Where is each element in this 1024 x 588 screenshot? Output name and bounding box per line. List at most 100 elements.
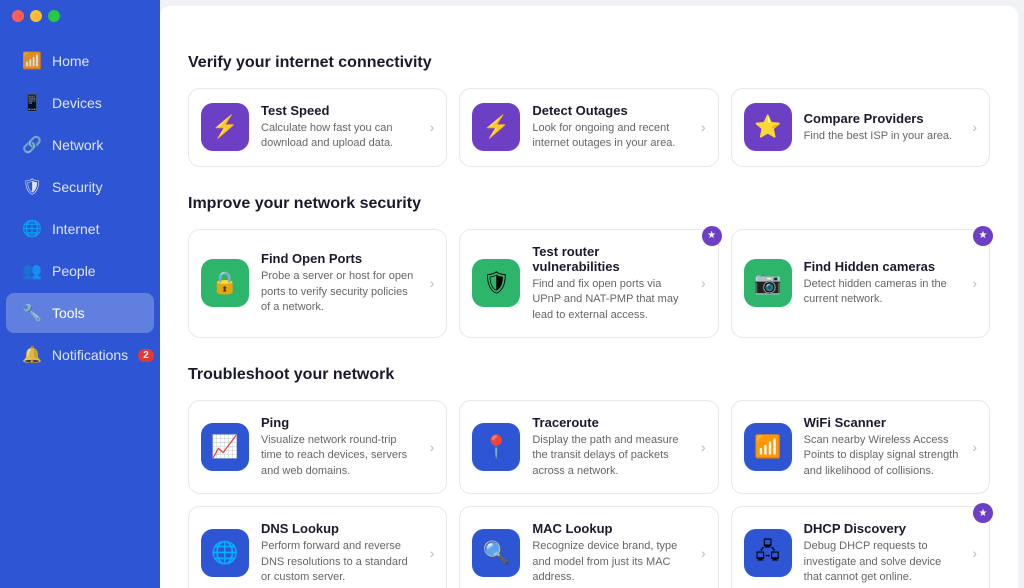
tool-card-test-speed[interactable]: ⚡ Test Speed Calculate how fast you can do…	[188, 88, 447, 167]
find-hidden-cameras-chevron-icon: ›	[972, 275, 977, 291]
sidebar-item-internet[interactable]: 🌐Internet	[6, 209, 154, 249]
traceroute-desc: Display the path and measure the transit…	[532, 433, 689, 479]
wifi-scanner-chevron-icon: ›	[972, 439, 977, 455]
sidebar-item-tools[interactable]: 🔧Tools	[6, 293, 154, 333]
test-speed-icon: ⚡	[201, 103, 249, 151]
detect-outages-chevron-icon: ›	[701, 119, 706, 135]
find-hidden-cameras-icon: 📷	[744, 259, 792, 307]
detect-outages-info: Detect Outages Look for ongoing and recen…	[532, 103, 689, 152]
find-open-ports-desc: Probe a server or host for open ports to…	[261, 269, 418, 315]
dhcp-discovery-name: DHCP Discovery	[804, 521, 961, 536]
main-content: Verify your internet connectivity⚡Test S…	[160, 6, 1018, 588]
security-icon: 🛡	[22, 177, 42, 197]
tools-grid-connectivity: ⚡ Test Speed Calculate how fast you can do…	[188, 88, 990, 167]
tools-icon: 🔧	[22, 303, 42, 323]
dns-lookup-name: DNS Lookup	[261, 521, 418, 536]
tool-card-compare-providers[interactable]: ⭐ Compare Providers Find the best ISP in y…	[731, 88, 990, 167]
sidebar-label-internet: Internet	[52, 221, 99, 237]
sidebar-item-people[interactable]: 👥People	[6, 251, 154, 291]
dhcp-discovery-desc: Debug DHCP requests to investigate and s…	[804, 539, 961, 585]
test-speed-info: Test Speed Calculate how fast you can dow…	[261, 103, 418, 152]
dns-lookup-desc: Perform forward and reverse DNS resoluti…	[261, 539, 418, 585]
premium-star-badge: ★	[973, 503, 993, 523]
router-vulnerabilities-chevron-icon: ›	[701, 275, 706, 291]
sidebar-label-devices: Devices	[52, 95, 102, 111]
sidebar-item-notifications[interactable]: 🔔Notifications2	[6, 335, 154, 375]
test-speed-name: Test Speed	[261, 103, 418, 118]
tool-card-detect-outages[interactable]: ⚡ Detect Outages Look for ongoing and rece…	[459, 88, 718, 167]
ping-desc: Visualize network round-trip time to rea…	[261, 433, 418, 479]
find-open-ports-icon: 🔒	[201, 259, 249, 307]
traffic-light-green[interactable]	[48, 10, 60, 22]
router-vulnerabilities-icon: 🛡	[472, 259, 520, 307]
detect-outages-icon: ⚡	[472, 103, 520, 151]
find-hidden-cameras-name: Find Hidden cameras	[804, 259, 961, 274]
dhcp-discovery-chevron-icon: ›	[972, 545, 977, 561]
detect-outages-desc: Look for ongoing and recent internet out…	[532, 121, 689, 152]
sidebar-label-network: Network	[52, 137, 103, 153]
sidebar-label-notifications: Notifications	[52, 347, 128, 363]
wifi-scanner-desc: Scan nearby Wireless Access Points to di…	[804, 433, 961, 479]
tool-card-wifi-scanner[interactable]: 📶 WiFi Scanner Scan nearby Wireless Access…	[731, 400, 990, 494]
traceroute-chevron-icon: ›	[701, 439, 706, 455]
tool-card-router-vulnerabilities[interactable]: ★🛡Test router vulnerabilitiesFind and fi…	[459, 229, 718, 338]
find-hidden-cameras-info: Find Hidden cameras Detect hidden cameras…	[804, 259, 961, 308]
test-speed-chevron-icon: ›	[430, 119, 435, 135]
tools-grid-troubleshoot: 📈PingVisualize network round-trip time t…	[188, 400, 990, 588]
compare-providers-desc: Find the best ISP in your area.	[804, 129, 961, 144]
compare-providers-info: Compare Providers Find the best ISP in yo…	[804, 111, 961, 144]
compare-providers-icon: ⭐	[744, 103, 792, 151]
traffic-light-yellow[interactable]	[30, 10, 42, 22]
traffic-light-red[interactable]	[12, 10, 24, 22]
tool-card-traceroute[interactable]: 📍 Traceroute Display the path and measure …	[459, 400, 718, 494]
section-title-connectivity: Verify your internet connectivity	[188, 54, 990, 72]
detect-outages-name: Detect Outages	[532, 103, 689, 118]
find-open-ports-name: Find Open Ports	[261, 251, 418, 266]
sidebar-label-security: Security	[52, 179, 103, 195]
compare-providers-name: Compare Providers	[804, 111, 961, 126]
find-hidden-cameras-desc: Detect hidden cameras in the current net…	[804, 277, 961, 308]
mac-lookup-info: MAC LookupRecognize device brand, type a…	[532, 521, 689, 585]
sidebar: 📶 Home 📱 Devices 🔗 Network 🛡 Security 🌐Internet👥…	[0, 0, 160, 588]
dns-lookup-icon: 🌐	[201, 529, 249, 577]
sidebar-item-security[interactable]: 🛡 Security	[6, 167, 154, 207]
dns-lookup-info: DNS Lookup Perform forward and reverse DN…	[261, 521, 418, 585]
dhcp-discovery-info: DHCP Discovery Debug DHCP requests to inv…	[804, 521, 961, 585]
dns-lookup-chevron-icon: ›	[430, 545, 435, 561]
tool-card-dhcp-discovery[interactable]: ★ 🖧 DHCP Discovery Debug DHCP requests to i…	[731, 506, 990, 588]
find-open-ports-chevron-icon: ›	[430, 275, 435, 291]
ping-icon: 📈	[201, 423, 249, 471]
dhcp-discovery-icon: 🖧	[744, 529, 792, 577]
sidebar-label-people: People	[52, 263, 96, 279]
router-vulnerabilities-name: Test router vulnerabilities	[532, 244, 689, 274]
notifications-badge: 2	[138, 349, 154, 362]
home-icon: 📶	[22, 51, 42, 71]
mac-lookup-name: MAC Lookup	[532, 521, 689, 536]
tool-card-dns-lookup[interactable]: 🌐 DNS Lookup Perform forward and reverse D…	[188, 506, 447, 588]
devices-icon: 📱	[22, 93, 42, 113]
tools-grid-security: 🔒 Find Open Ports Probe a server or host f…	[188, 229, 990, 338]
ping-chevron-icon: ›	[430, 439, 435, 455]
premium-star-badge: ★	[973, 226, 993, 246]
section-security: Improve your network security🔒Find Open …	[188, 195, 990, 338]
wifi-scanner-icon: 📶	[744, 423, 792, 471]
wifi-scanner-info: WiFi Scanner Scan nearby Wireless Access …	[804, 415, 961, 479]
network-icon: 🔗	[22, 135, 42, 155]
traceroute-name: Traceroute	[532, 415, 689, 430]
sidebar-item-network[interactable]: 🔗 Network	[6, 125, 154, 165]
ping-info: PingVisualize network round-trip time to…	[261, 415, 418, 479]
compare-providers-chevron-icon: ›	[972, 119, 977, 135]
sidebar-label-home: Home	[52, 53, 89, 69]
sidebar-item-devices[interactable]: 📱 Devices	[6, 83, 154, 123]
tool-card-find-hidden-cameras[interactable]: ★ 📷 Find Hidden cameras Detect hidden camer…	[731, 229, 990, 338]
wifi-scanner-name: WiFi Scanner	[804, 415, 961, 430]
tool-card-mac-lookup[interactable]: 🔍MAC LookupRecognize device brand, type …	[459, 506, 718, 588]
traceroute-icon: 📍	[472, 423, 520, 471]
mac-lookup-icon: 🔍	[472, 529, 520, 577]
tool-card-find-open-ports[interactable]: 🔒 Find Open Ports Probe a server or host f…	[188, 229, 447, 338]
test-speed-desc: Calculate how fast you can download and …	[261, 121, 418, 152]
section-connectivity: Verify your internet connectivity⚡Test S…	[188, 54, 990, 167]
router-vulnerabilities-desc: Find and fix open ports via UPnP and NAT…	[532, 277, 689, 323]
tool-card-ping[interactable]: 📈PingVisualize network round-trip time t…	[188, 400, 447, 494]
sidebar-item-home[interactable]: 📶 Home	[6, 41, 154, 81]
